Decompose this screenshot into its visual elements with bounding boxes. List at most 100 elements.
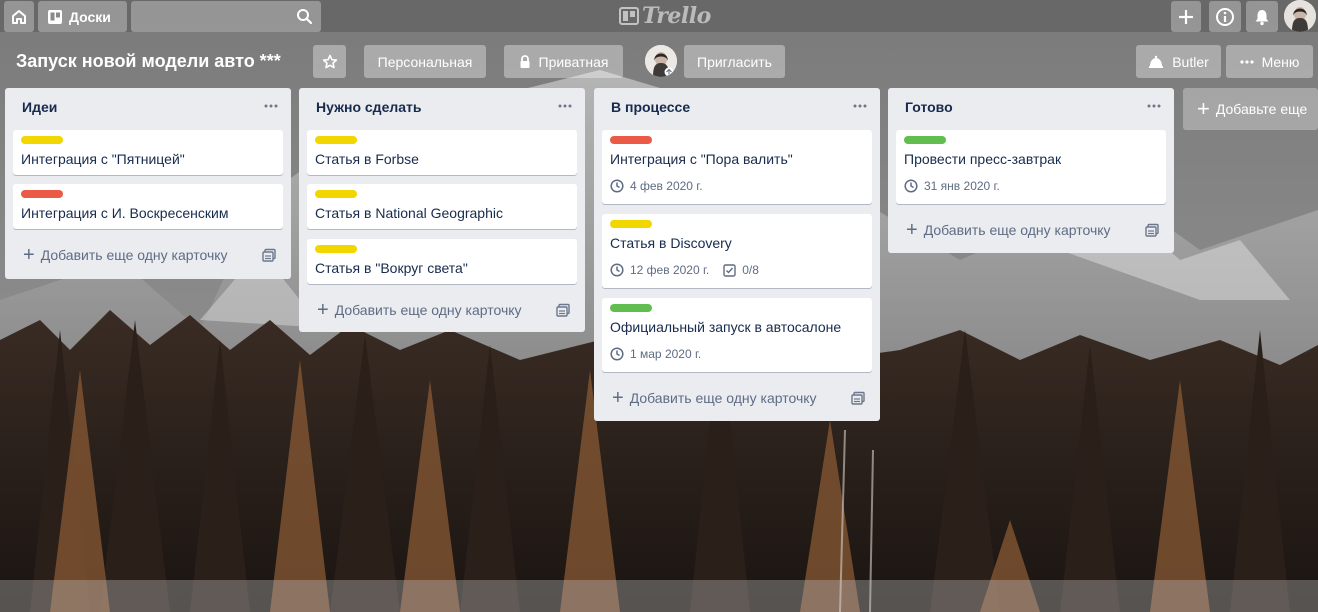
card-title: Интеграция с И. Воскресенским — [21, 205, 229, 221]
list-in-progress[interactable]: В процессе Интеграция с "Пора валить" 4 … — [594, 88, 880, 421]
list-ideas[interactable]: Идеи Интеграция с "Пятницей" Интеграция … — [5, 88, 291, 279]
due-date-badge: 4 фев 2020 г. — [610, 179, 703, 193]
star-icon — [322, 54, 337, 68]
list-menu-button[interactable] — [261, 96, 281, 116]
card[interactable]: Статья в National Geographic — [307, 184, 577, 229]
home-button[interactable] — [4, 1, 34, 32]
checklist-count: 0/8 — [742, 263, 759, 277]
team-button[interactable]: Персональная — [364, 45, 486, 78]
card-template-button[interactable] — [551, 298, 575, 322]
more-icon — [264, 104, 278, 108]
card[interactable]: Интеграция с И. Воскресенским — [13, 184, 283, 229]
home-icon — [12, 9, 26, 24]
member-avatar[interactable] — [645, 45, 677, 77]
lock-icon — [519, 54, 531, 69]
info-button[interactable] — [1209, 1, 1241, 32]
label-green — [904, 136, 946, 144]
trello-logo-icon — [619, 7, 639, 25]
due-date: 1 мар 2020 г. — [630, 347, 702, 361]
more-icon — [853, 104, 867, 108]
search-box[interactable] — [131, 1, 321, 32]
due-date-badge: 1 мар 2020 г. — [610, 347, 701, 361]
card-title: Официальный запуск в автосалоне — [610, 319, 842, 335]
board-header: Запуск новой модели авто *** Персональна… — [0, 40, 1318, 84]
card[interactable]: Интеграция с "Пятницей" — [13, 130, 283, 175]
list-menu-button[interactable] — [555, 96, 575, 116]
visibility-label: Приватная — [538, 53, 609, 70]
card-template-button[interactable] — [257, 243, 281, 267]
add-card-label: Добавить еще одну карточку — [923, 222, 1111, 238]
list-menu-button[interactable] — [1144, 96, 1164, 116]
butler-label: Butler — [1172, 53, 1209, 70]
list-done[interactable]: Готово Провести пресс-завтрак 31 янв 202… — [888, 88, 1174, 253]
more-icon — [1239, 59, 1254, 64]
boards-button[interactable]: Доски — [38, 1, 127, 32]
list-title[interactable]: Нужно сделать — [299, 88, 585, 128]
card-template-button[interactable] — [846, 386, 870, 410]
list-title[interactable]: Готово — [888, 88, 1174, 128]
visibility-button[interactable]: Приватная — [504, 45, 623, 78]
notifications-button[interactable] — [1246, 1, 1278, 32]
boards-icon — [48, 9, 62, 24]
card-title: Провести пресс-завтрак — [904, 151, 1062, 167]
template-icon — [851, 391, 865, 405]
card[interactable]: Интеграция с "Пора валить" 4 фев 2020 г. — [602, 130, 872, 204]
label-green — [610, 304, 652, 312]
plus-icon: + — [23, 244, 35, 266]
more-icon — [1147, 104, 1161, 108]
invite-button[interactable]: Пригласить — [684, 45, 785, 78]
card[interactable]: Провести пресс-завтрак 31 янв 2020 г. — [896, 130, 1166, 204]
board-title[interactable]: Запуск новой модели авто *** — [16, 51, 281, 72]
add-list-label: Добавьте еще — [1215, 101, 1308, 117]
card-badges: 1 мар 2020 г. — [610, 347, 715, 361]
due-date: 31 янв 2020 г. — [924, 179, 1000, 193]
due-date: 12 фев 2020 г. — [630, 263, 710, 277]
add-list-button[interactable]: + Добавьте еще — [1183, 88, 1318, 130]
card[interactable]: Статья в Forbse — [307, 130, 577, 175]
list-todo[interactable]: Нужно сделать Статья в Forbse Статья в N… — [299, 88, 585, 332]
card[interactable]: Статья в Discovery 12 фев 2020 г. 0/8 — [602, 214, 872, 288]
list-menu-button[interactable] — [850, 96, 870, 116]
add-card-label: Добавить еще одну карточку — [334, 302, 522, 318]
card-badges: 31 янв 2020 г. — [904, 179, 1014, 193]
card[interactable]: Официальный запуск в автосалоне 1 мар 20… — [602, 298, 872, 372]
menu-label: Меню — [1261, 53, 1300, 70]
template-icon — [262, 248, 276, 262]
template-icon — [556, 303, 570, 317]
add-card-button[interactable]: + Добавить еще одну карточку — [13, 240, 245, 270]
search-icon[interactable] — [296, 8, 313, 25]
card-template-button[interactable] — [1140, 218, 1164, 242]
label-yellow — [315, 245, 357, 253]
add-card-label: Добавить еще одну карточку — [629, 390, 817, 406]
search-input[interactable] — [131, 1, 321, 32]
info-icon — [1216, 7, 1234, 26]
add-card-button[interactable]: + Добавить еще одну карточку — [896, 215, 1128, 245]
star-button[interactable] — [313, 45, 346, 78]
plus-icon: + — [317, 299, 329, 321]
logo-text: Trello — [642, 3, 711, 29]
label-red — [21, 190, 63, 198]
trello-logo[interactable]: Trello — [619, 2, 711, 30]
checklist-icon — [723, 263, 736, 277]
list-title[interactable]: В процессе — [594, 88, 880, 128]
add-card-label: Добавить еще одну карточку — [40, 247, 228, 263]
plus-icon: + — [1197, 96, 1210, 121]
bell-icon — [1255, 9, 1269, 25]
card-badges: 12 фев 2020 г. 0/8 — [610, 263, 773, 277]
add-card-button[interactable]: + Добавить еще одну карточку — [307, 295, 539, 325]
label-yellow — [315, 190, 357, 198]
card[interactable]: Статья в "Вокруг света" — [307, 239, 577, 284]
butler-button[interactable]: Butler — [1136, 45, 1221, 78]
list-title[interactable]: Идеи — [5, 88, 291, 128]
clock-icon — [610, 179, 624, 193]
clock-icon — [610, 263, 624, 277]
label-yellow — [21, 136, 63, 144]
label-red — [610, 136, 652, 144]
user-avatar[interactable] — [1284, 0, 1316, 32]
add-card-button[interactable]: + Добавить еще одну карточку — [602, 383, 834, 413]
top-header: Доски Trello — [0, 0, 1318, 32]
menu-button[interactable]: Меню — [1226, 45, 1313, 78]
create-button[interactable] — [1171, 1, 1201, 32]
clock-icon — [610, 347, 624, 361]
label-yellow — [610, 220, 652, 228]
